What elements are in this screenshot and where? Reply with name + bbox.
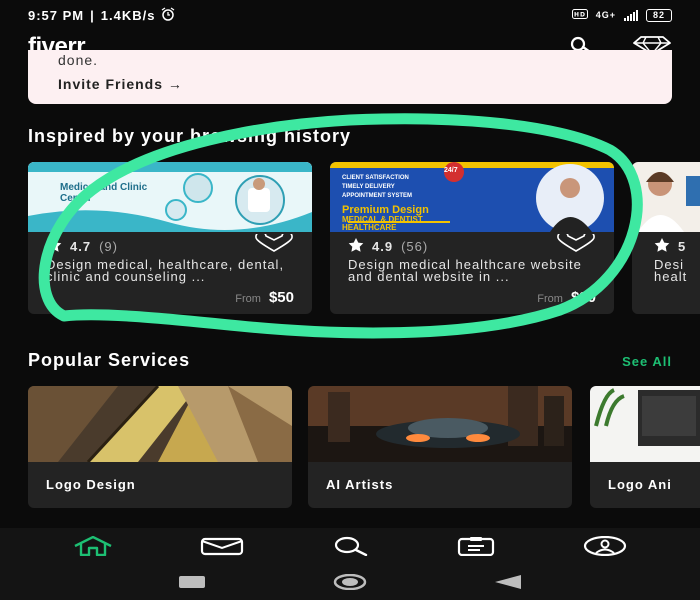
service-image <box>28 386 292 462</box>
back-icon[interactable] <box>495 574 521 594</box>
signal-icon <box>623 9 638 21</box>
inspired-section-title: Inspired by your browsing history <box>28 126 352 146</box>
status-bar: 9:57 PM | 1.4KB/s HD 4G+ 82 <box>0 0 700 30</box>
gig-review-count: (9) <box>99 239 118 254</box>
favorite-heart-icon[interactable] <box>254 230 294 257</box>
gig-price-from: From <box>537 293 563 305</box>
gig-review-count: (56) <box>401 239 429 254</box>
orders-icon[interactable] <box>456 536 496 561</box>
bottom-navigation <box>0 528 700 568</box>
gig-description: Desi healt <box>654 257 688 284</box>
service-image <box>590 386 700 462</box>
gig-price-amount: $50 <box>268 289 294 306</box>
see-all-link[interactable]: See All <box>622 354 672 369</box>
search-icon[interactable] <box>330 536 370 561</box>
volte-icon: HD <box>571 9 588 21</box>
messages-icon[interactable] <box>200 536 244 561</box>
favorite-heart-icon[interactable] <box>556 230 596 257</box>
gig-rating-value: 4.7 <box>70 239 92 254</box>
popular-services-title: Popular Services <box>28 350 191 370</box>
gig-price-from: From <box>235 293 261 305</box>
star-icon <box>348 238 364 255</box>
home-button-icon[interactable] <box>333 573 367 595</box>
gig-price-amount: $80 <box>570 289 596 306</box>
gig-price: From $80 <box>537 289 596 306</box>
system-navigation-bar <box>0 568 700 600</box>
gig-thumbnail: 24/7 CLIENT SATISFACTION TIMELY DELIVERY… <box>330 162 614 232</box>
status-time: 9:57 PM <box>28 7 85 23</box>
service-label: Logo Ani <box>608 477 672 492</box>
alarm-icon <box>161 6 175 24</box>
service-label: AI Artists <box>326 477 394 492</box>
gig-thumbnail-title: Medical and Clinic Center <box>60 182 148 204</box>
service-image <box>308 386 572 462</box>
status-divider: | <box>90 7 95 23</box>
gig-card[interactable]: Medical and Clinic Center 4.7 (9) Design… <box>28 162 312 314</box>
gig-card[interactable]: 5 Desi healt <box>632 162 700 314</box>
gig-description: Design medical, healthcare, dental, clin… <box>46 257 285 284</box>
gig-thumbnail <box>632 162 700 232</box>
service-label: Logo Design <box>46 477 136 492</box>
gig-thumbnail-badge: 24/7 <box>444 167 458 174</box>
invite-friends-card: done. Invite Friends → <box>28 50 672 104</box>
home-icon[interactable] <box>73 535 113 561</box>
gig-thumbnail-subtitle-2: HEALTHCARE <box>342 223 397 232</box>
network-type: 4G+ <box>595 10 616 20</box>
recent-apps-icon[interactable] <box>179 575 205 593</box>
star-icon <box>654 238 670 255</box>
service-card-logo-animation[interactable]: Logo Ani <box>590 386 700 508</box>
invite-friends-link[interactable]: Invite Friends → <box>58 76 642 92</box>
gig-thumbnail: Medical and Clinic Center <box>28 162 312 232</box>
gig-rating-value: 4.9 <box>372 239 394 254</box>
gig-thumbnail-features: CLIENT SATISFACTION TIMELY DELIVERY APPO… <box>342 175 413 199</box>
gig-description: Design medical healthcare website and de… <box>348 257 582 284</box>
gig-price: From $50 <box>235 289 294 306</box>
gig-rating: 5 <box>654 238 700 255</box>
profile-icon[interactable] <box>583 535 627 561</box>
star-icon <box>46 238 62 255</box>
service-card-ai-artists[interactable]: AI Artists <box>308 386 572 508</box>
gig-card[interactable]: 24/7 CLIENT SATISFACTION TIMELY DELIVERY… <box>330 162 614 314</box>
battery-indicator: 82 <box>645 8 672 22</box>
status-speed: 1.4KB/s <box>100 7 156 23</box>
service-card-logo-design[interactable]: Logo Design <box>28 386 292 508</box>
invite-card-text: done. <box>58 52 99 68</box>
gig-rating-value: 5 <box>678 239 687 254</box>
svg-text:HD: HD <box>574 12 586 19</box>
